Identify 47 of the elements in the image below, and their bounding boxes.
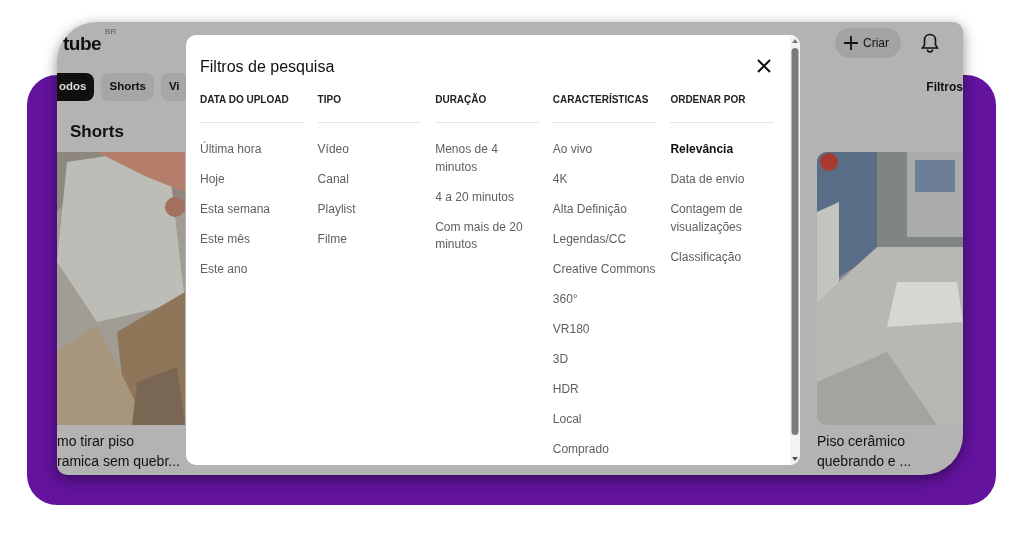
filter-option[interactable]: Ao vivo xyxy=(552,141,657,159)
filter-chip[interactable]: odos xyxy=(57,73,95,101)
video-title[interactable]: mo tirar piso ramica sem quebr... xyxy=(57,431,185,471)
filter-chip[interactable]: Shorts xyxy=(101,73,154,101)
column-heading: ORDENAR POR xyxy=(670,93,774,123)
filter-option[interactable]: Local xyxy=(552,411,657,429)
filter-option[interactable]: Contagem de visualizações xyxy=(670,201,774,236)
filter-option[interactable]: Hoje xyxy=(200,171,304,189)
column-heading: DURAÇÃO xyxy=(435,93,539,123)
filter-option[interactable]: Legendas/CC xyxy=(552,231,657,249)
column-heading: DATA DO UPLOAD xyxy=(200,93,304,123)
dialog-title: Filtros de pesquisa xyxy=(200,57,335,77)
scrollbar[interactable] xyxy=(790,35,800,465)
filter-option[interactable]: Filme xyxy=(317,231,422,249)
filter-option[interactable]: VR180 xyxy=(552,321,657,339)
video-title[interactable]: Piso cerâmico quebrando e ... xyxy=(817,431,963,471)
filter-option[interactable]: Playlist xyxy=(317,201,422,219)
column-heading: TIPO xyxy=(317,93,422,123)
filter-option[interactable]: Vídeo xyxy=(317,141,422,159)
filter-option[interactable]: Data de envio xyxy=(670,171,774,189)
filter-option[interactable]: 360° xyxy=(552,291,657,309)
filter-option[interactable]: Com mais de 20 minutos xyxy=(435,218,539,254)
filter-chip[interactable]: Vi xyxy=(160,73,188,101)
filter-option[interactable]: Canal xyxy=(317,171,422,189)
filter-option[interactable]: Este mês xyxy=(200,231,304,249)
filter-option[interactable]: Creative Commons xyxy=(552,261,657,279)
filter-option[interactable]: Este ano xyxy=(200,261,304,279)
filter-option[interactable]: 4K xyxy=(552,171,657,189)
filter-option[interactable]: Comprado xyxy=(552,441,657,459)
logo-text[interactable]: tube xyxy=(63,33,102,53)
filter-option[interactable]: 3D xyxy=(552,351,657,369)
filter-option[interactable]: Esta semana xyxy=(200,201,304,219)
close-icon[interactable] xyxy=(756,58,772,74)
filter-option[interactable]: Menos de 4 minutos xyxy=(435,141,539,176)
create-button[interactable]: Criar xyxy=(835,28,901,58)
filter-option[interactable]: HDR xyxy=(552,381,657,399)
region-label: BR xyxy=(105,26,117,38)
filter-option[interactable]: Relevância xyxy=(670,141,774,159)
filter-option[interactable]: Classificação xyxy=(670,248,774,266)
section-heading: Shorts xyxy=(70,121,125,143)
column-heading: CARACTERÍSTICAS xyxy=(552,93,657,123)
filter-option[interactable]: Última hora xyxy=(200,141,304,159)
filter-option[interactable]: Alta Definição xyxy=(552,201,657,219)
plus-icon xyxy=(843,35,859,51)
notifications-icon[interactable] xyxy=(921,33,939,53)
filter-option[interactable]: 4 a 20 minutos xyxy=(435,188,539,206)
filters-button[interactable]: Filtros xyxy=(926,78,963,96)
